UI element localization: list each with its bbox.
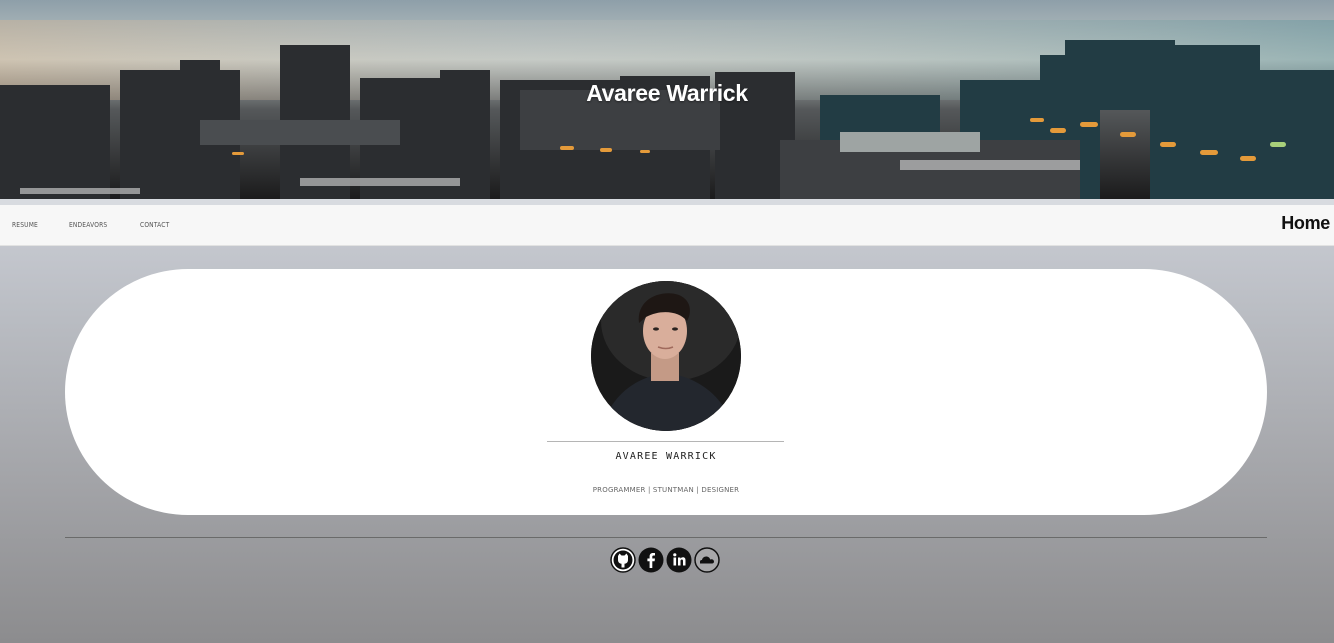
nav-link-contact[interactable]: CONTACT <box>140 221 169 229</box>
profile-photo <box>591 281 741 431</box>
nav-link-endeavors[interactable]: ENDEAVORS <box>69 221 107 229</box>
social-links <box>610 547 722 575</box>
nav-links: RESUME ENDEAVORS CONTACT <box>12 205 200 245</box>
profile-name: AVAREE WARRICK <box>615 451 717 462</box>
github-icon[interactable] <box>610 547 636 573</box>
top-navbar: RESUME ENDEAVORS CONTACT Home <box>0 205 1334 246</box>
profile-card: AVAREE WARRICK PROGRAMMER | STUNTMAN | D… <box>65 269 1267 515</box>
footer-divider <box>65 537 1267 538</box>
facebook-icon[interactable] <box>638 547 664 573</box>
soundcloud-icon[interactable] <box>694 547 720 573</box>
nav-home-link[interactable]: Home <box>1281 213 1330 234</box>
hero-banner: Avaree Warrick <box>0 0 1334 199</box>
profile-roles: PROGRAMMER | STUNTMAN | DESIGNER <box>592 486 740 494</box>
avatar <box>591 281 741 431</box>
hero-title: Avaree Warrick <box>586 80 748 106</box>
profile-divider <box>547 441 784 442</box>
linkedin-icon[interactable] <box>666 547 692 573</box>
nav-link-resume[interactable]: RESUME <box>12 221 38 229</box>
